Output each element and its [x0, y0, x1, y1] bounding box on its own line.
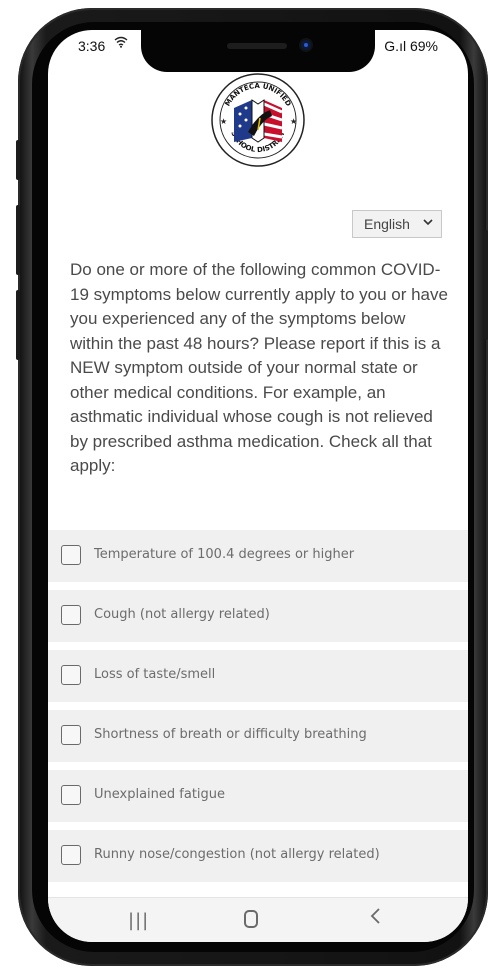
chevron-down-icon	[423, 215, 433, 232]
home-icon[interactable]	[244, 910, 258, 928]
back-icon[interactable]	[368, 906, 382, 931]
speaker-grille	[227, 43, 287, 49]
symptom-option-temperature[interactable]: Temperature of 100.4 degrees or higher	[48, 530, 468, 582]
power-button	[484, 230, 488, 340]
symptom-option-cough[interactable]: Cough (not allergy related)	[48, 590, 468, 642]
android-nav-bar: |||	[48, 897, 468, 942]
volume-button	[16, 140, 20, 180]
wifi-icon	[114, 36, 128, 52]
symptom-option-shortness-of-breath[interactable]: Shortness of breath or difficulty breath…	[48, 710, 468, 762]
symptom-option-taste-smell[interactable]: Loss of taste/smell	[48, 650, 468, 702]
checkbox[interactable]	[61, 545, 81, 565]
status-time: 3:36	[78, 38, 106, 54]
symptom-label: Temperature of 100.4 degrees or higher	[94, 547, 355, 562]
front-camera	[301, 40, 311, 50]
symptom-option-runny-nose[interactable]: Runny nose/congestion (not allergy relat…	[48, 830, 468, 882]
checkbox[interactable]	[61, 725, 81, 745]
recent-apps-icon[interactable]: |||	[128, 910, 149, 931]
symptom-list: Temperature of 100.4 degrees or higher C…	[48, 530, 468, 890]
volume-down-button	[16, 290, 20, 360]
phone-screen: 3:36 G.ıl 69% MANTECA UNIFIED SCHOOL DIS…	[48, 30, 468, 942]
symptom-option-fatigue[interactable]: Unexplained fatigue	[48, 770, 468, 822]
volume-up-button	[16, 205, 20, 275]
symptom-label: Loss of taste/smell	[94, 667, 216, 682]
symptom-label: Shortness of breath or difficulty breath…	[94, 727, 367, 742]
symptom-question: Do one or more of the following common C…	[70, 260, 448, 475]
checkbox[interactable]	[61, 665, 81, 685]
status-signal-battery: G.ıl 69%	[384, 38, 438, 54]
camera-notch	[141, 30, 375, 72]
svg-text:★: ★	[220, 117, 227, 126]
checkbox[interactable]	[61, 785, 81, 805]
checkbox[interactable]	[61, 845, 81, 865]
symptom-label: Unexplained fatigue	[94, 787, 226, 802]
checkbox[interactable]	[61, 605, 81, 625]
svg-text:★: ★	[290, 117, 297, 126]
language-selected-value: English	[364, 216, 410, 232]
language-select[interactable]: English	[352, 210, 442, 238]
symptom-label: Cough (not allergy related)	[94, 607, 270, 622]
district-logo: MANTECA UNIFIED SCHOOL DISTRICT ★	[208, 70, 308, 170]
symptom-label: Runny nose/congestion (not allergy relat…	[94, 847, 380, 862]
